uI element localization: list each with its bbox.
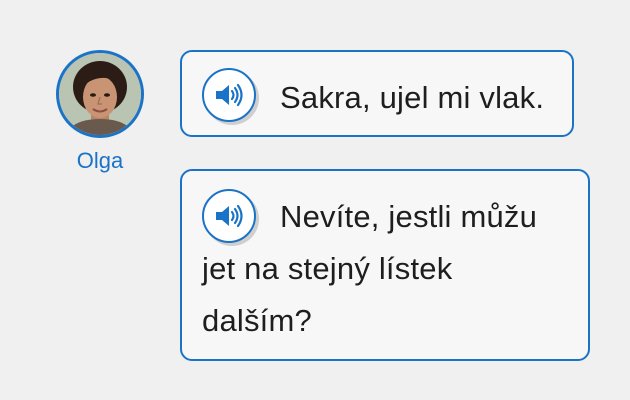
play-audio-button[interactable] xyxy=(202,68,256,122)
message-bubble: Sakra, ujel mi vlak. xyxy=(180,50,574,137)
woman-portrait-icon xyxy=(59,53,141,135)
message-text-line: dalším? xyxy=(202,303,312,338)
dialogue-stage: Olga Sakra, ujel mi vlak. Nevíte, jestli… xyxy=(0,0,630,400)
message-text-line: jet na stejný lístek xyxy=(202,251,453,286)
speaker-volume-icon xyxy=(216,83,243,107)
message-text-line: Nevíte, jestli můžu xyxy=(280,199,538,234)
play-audio-button[interactable] xyxy=(202,189,256,243)
message-bubble: Nevíte, jestli můžu jet na stejný lístek… xyxy=(180,169,590,361)
speaker-avatar xyxy=(56,50,144,138)
message-text: Sakra, ujel mi vlak. xyxy=(280,80,545,115)
speaker-volume-icon xyxy=(216,204,243,228)
speaker-name: Olga xyxy=(76,148,124,173)
